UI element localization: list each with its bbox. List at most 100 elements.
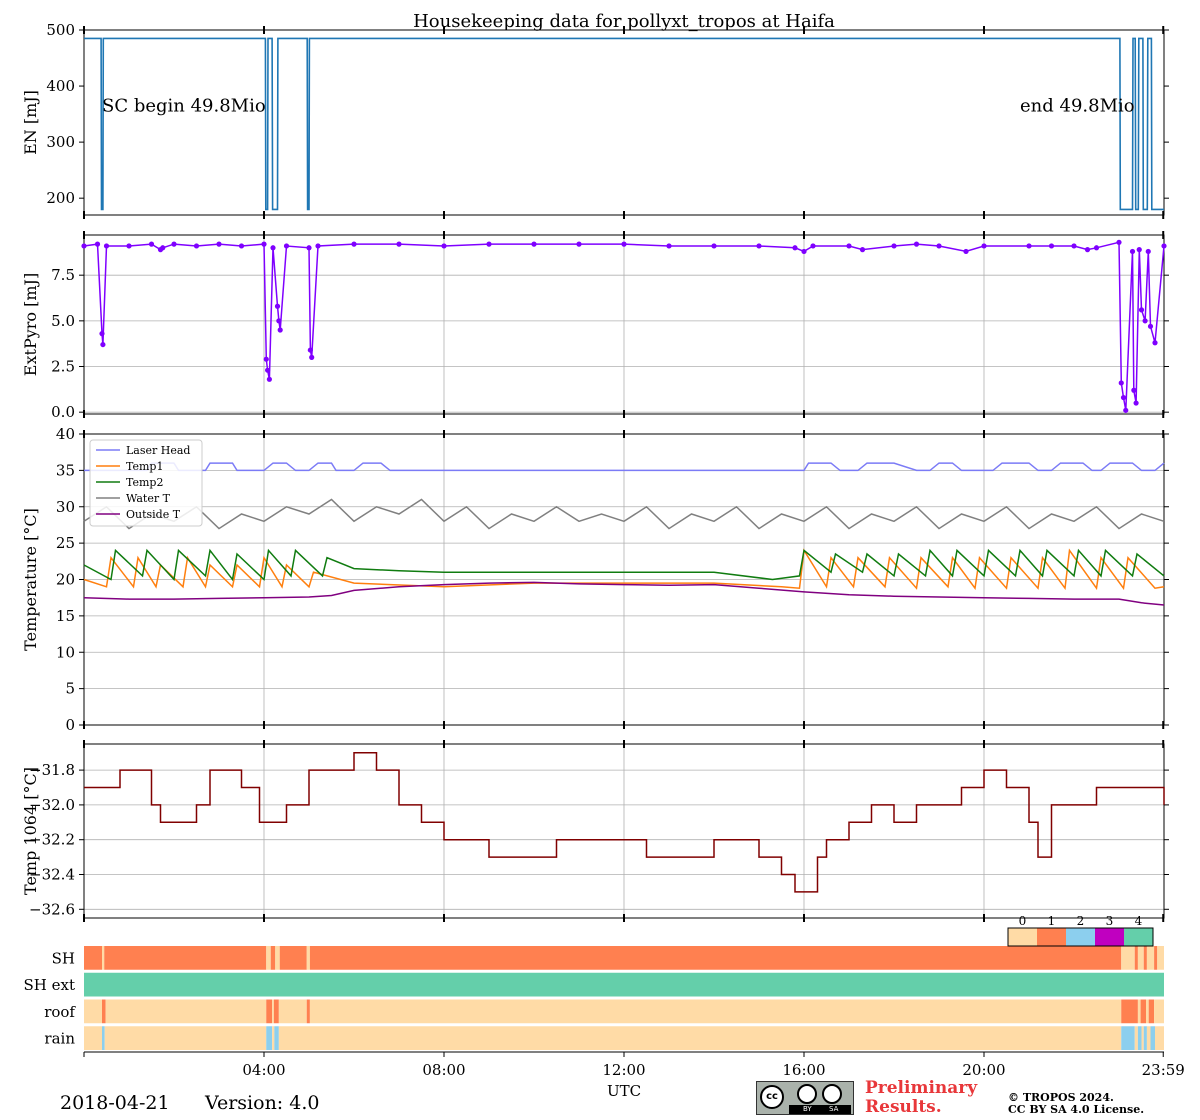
extpyro-point [1026,243,1032,249]
status-colorbar-label: 2 [1077,914,1085,928]
energy-ylabel: EN [mJ] [21,90,40,155]
status-cell [1154,946,1158,970]
status-cell [278,1026,1122,1050]
extpyro-ylabel: ExtPyro [mJ] [21,273,40,376]
status-cell [1150,1026,1155,1050]
preliminary-notice: Preliminary Results. [865,1079,977,1117]
extpyro-point [576,241,582,247]
extpyro-point [792,245,798,251]
extpyro-point [1093,245,1100,251]
status-cell [1121,999,1138,1024]
temps-ytick-label: 25 [56,534,75,552]
cc-by-icon [797,1084,817,1104]
extpyro-point [160,245,166,251]
status-colorbar-label: 0 [1019,914,1027,928]
cc-sa-label: SA [829,1105,839,1113]
extpyro-point [756,243,762,249]
status-cell [102,1026,105,1050]
extpyro-point [621,241,627,247]
status-cell [1137,946,1144,970]
extpyro-point [441,243,447,249]
status-xtick-label: 08:00 [422,1061,465,1079]
status-cell [279,946,307,970]
extpyro-point [859,247,866,253]
status-colorbar-label: 1 [1048,914,1056,928]
temps-ytick-label: 35 [56,461,75,479]
extpyro-point [486,241,492,247]
energy-annotation: end 49.8Mio [1020,96,1135,117]
extpyro-point [266,376,272,382]
status-cell [306,946,310,970]
extpyro-point [315,243,321,249]
status-cell [266,1026,273,1050]
extpyro-point [1161,243,1167,249]
temps-legend-label: Laser Head [126,444,190,457]
extpyro-point [891,243,897,249]
extpyro-point [1138,307,1145,313]
extpyro-point [265,367,271,373]
extpyro-point [531,241,537,247]
copyright-notice: © TROPOS 2024. CC BY SA 4.0 License. [1008,1092,1144,1116]
status-cell [1141,1026,1144,1050]
extpyro-ytick-label: 2.5 [51,358,75,376]
status-cell [105,999,267,1024]
extpyro-point [1084,247,1091,253]
extpyro-point [238,243,245,249]
status-xtick-label: 12:00 [602,1061,645,1079]
status-cell [1134,1026,1138,1050]
temps-ytick-label: 40 [56,425,75,443]
temps-ylabel: Temperature [°C] [21,508,40,651]
temps-ytick-label: 30 [56,498,75,516]
extpyro-ytick-label: 0.0 [51,403,75,421]
extpyro-point [270,245,276,251]
x-axis-label: UTC [607,1082,641,1100]
copyright-line2: CC BY SA 4.0 License. [1008,1103,1145,1116]
extpyro-point [810,243,816,249]
extpyro-point [263,356,269,362]
footer-date: 2018-04-21 [60,1092,170,1114]
status-cell [1137,1026,1142,1050]
extpyro-point [100,341,106,348]
status-cell [272,999,274,1024]
status-cell [102,946,105,970]
extpyro-point [1116,239,1122,245]
status-cell [278,999,307,1024]
extpyro-point [963,248,969,255]
extpyro-point [193,243,200,249]
status-cell [1146,946,1155,970]
cc-sa-icon [822,1084,842,1104]
energy-ytick-label: 400 [46,77,75,95]
status-cell [309,999,1122,1024]
extpyro-point [981,243,987,249]
extpyro-point [261,241,267,247]
extpyro-point [396,241,402,247]
status-cell [1140,999,1146,1024]
extpyro-point [171,241,177,247]
energy-frame [83,29,1165,216]
status-cell [309,946,1122,970]
cc-by-sa-badge: cc BY SA [756,1081,854,1115]
status-cell [272,1026,275,1050]
extpyro-point [1048,243,1055,249]
temps-ytick-label: 20 [56,571,75,589]
preliminary-line2: Results. [865,1097,942,1117]
extpyro-ytick-label: 7.5 [51,266,75,284]
status-colorbar-cell [1095,928,1124,946]
extpyro-point [1071,243,1077,249]
extpyro-point [1152,340,1158,346]
status-cell [306,999,310,1024]
chart-title: Housekeeping data for pollyxt_tropos at … [413,11,835,32]
temps-ytick-label: 5 [65,680,75,698]
extpyro-point [666,243,672,249]
status-cell [1134,946,1138,970]
energy-annotation: SC begin 49.8Mio [102,96,266,117]
status-cell [1154,999,1164,1024]
extpyro-point [148,241,155,247]
housekeeping-chart: 200300400500EN [mJ]Housekeeping data for… [21,11,1185,1100]
extpyro-point [1142,318,1148,324]
extpyro-point [126,243,132,249]
temps-ytick-label: 15 [56,607,75,625]
temps-ytick-label: 10 [56,643,75,661]
extpyro-point [1147,323,1154,329]
temps-legend-label: Temp1 [126,460,163,473]
